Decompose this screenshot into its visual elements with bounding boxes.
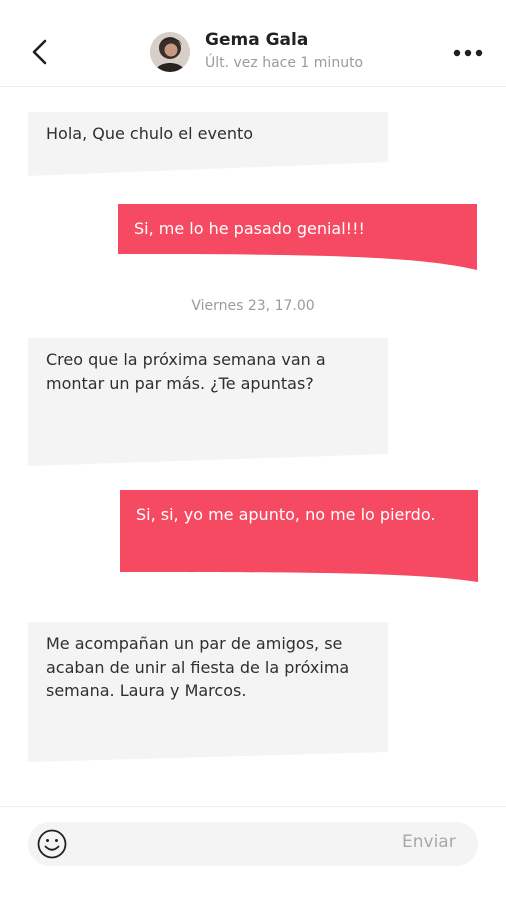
message-text: Si, me lo he pasado genial!!! — [134, 219, 365, 238]
person-photo-icon — [150, 32, 190, 72]
incoming-message[interactable]: Creo que la próxima semana van a montar … — [28, 338, 388, 466]
date-separator: Viernes 23, 17.00 — [191, 298, 315, 314]
message-text: Hola, Que chulo el evento — [46, 124, 254, 143]
incoming-message[interactable]: Hola, Que chulo el evento — [28, 112, 388, 176]
incoming-message[interactable]: Me acompañan un par de amigos, se acaban… — [28, 622, 388, 762]
send-button[interactable]: Enviar — [402, 832, 456, 852]
back-button[interactable] — [26, 36, 54, 68]
message-text: Si, si, yo me apunto, no me lo pierdo. — [136, 505, 436, 524]
more-horizontal-icon — [453, 49, 483, 57]
outgoing-message[interactable]: Si, me lo he pasado genial!!! — [118, 204, 477, 270]
avatar[interactable] — [150, 32, 190, 72]
outgoing-message[interactable]: Si, si, yo me apunto, no me lo pierdo. — [120, 490, 478, 582]
contact-name: Gema Gala — [205, 30, 309, 50]
bubble-tail — [118, 254, 477, 270]
smiley-icon — [37, 829, 67, 859]
chevron-left-icon — [32, 39, 47, 65]
bubble-tail — [28, 752, 388, 762]
emoji-button[interactable] — [36, 828, 68, 860]
bubble-tail — [28, 162, 388, 176]
last-seen-status: Últ. vez hace 1 minuto — [205, 55, 364, 71]
message-input[interactable] — [80, 832, 384, 858]
bubble-tail — [28, 454, 388, 466]
message-text: Creo que la próxima semana van a montar … — [46, 350, 326, 393]
bubble-tail — [120, 572, 478, 582]
more-options-button[interactable] — [448, 40, 488, 66]
message-text: Me acompañan un par de amigos, se acaban… — [46, 634, 350, 700]
